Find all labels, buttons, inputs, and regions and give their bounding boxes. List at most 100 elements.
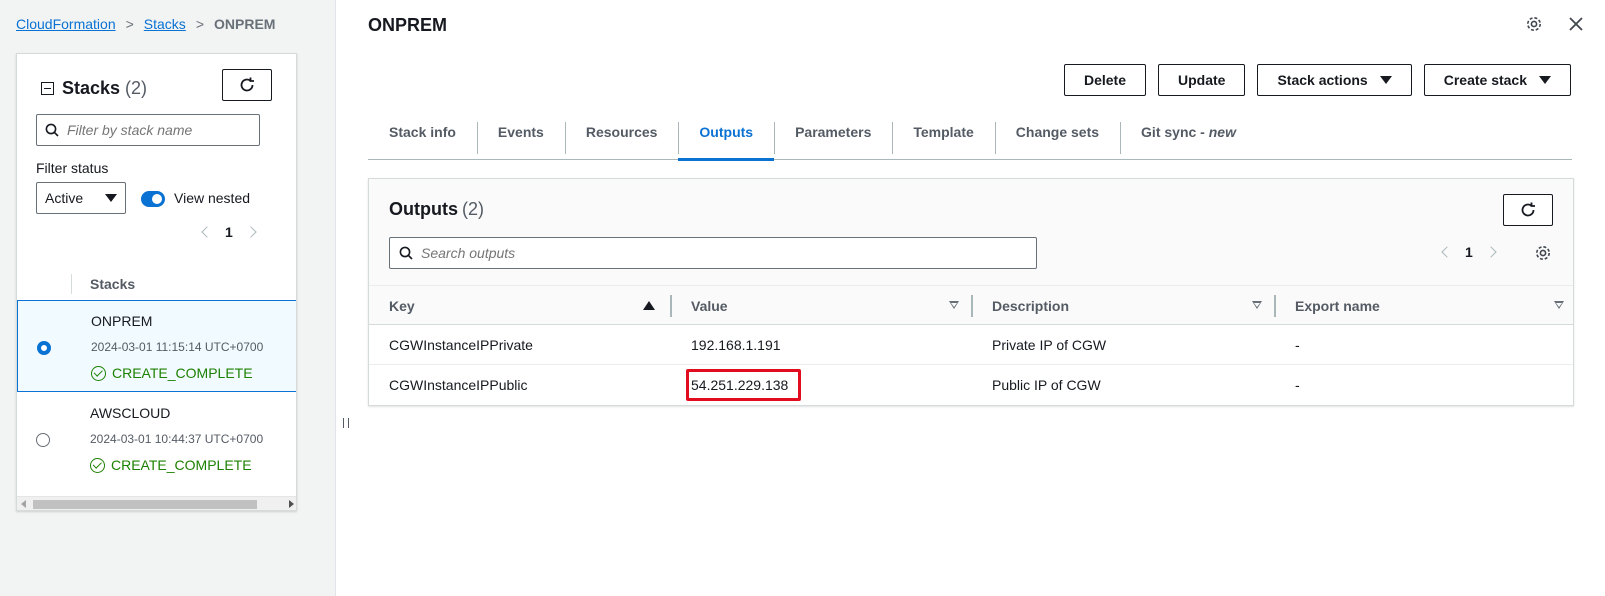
refresh-stacks-button[interactable]	[222, 69, 272, 101]
refresh-icon	[240, 77, 254, 92]
stacks-page-number[interactable]: 1	[225, 224, 233, 240]
create-stack-button[interactable]: Create stack	[1423, 64, 1571, 96]
outputs-page-number[interactable]: 1	[1465, 244, 1473, 260]
view-nested-toggle[interactable]	[141, 191, 165, 207]
stack-tabs: Stack info Events Resources Outputs Para…	[368, 114, 1572, 161]
breadcrumb-stacks[interactable]: Stacks	[144, 16, 186, 32]
outputs-pagination: 1	[1441, 244, 1497, 260]
sort-icon[interactable]	[1554, 301, 1564, 309]
column-divider	[71, 274, 72, 294]
update-button[interactable]: Update	[1158, 64, 1246, 96]
filter-stack-input[interactable]	[36, 114, 260, 146]
stacks-list-panel: Stacks (2) Filter status Active View nes…	[16, 53, 297, 511]
scroll-left-arrow-icon[interactable]	[21, 500, 26, 508]
output-key: CGWInstanceIPPrivate	[389, 337, 533, 353]
filter-status-value: Active	[45, 190, 84, 206]
outputs-count: (2)	[462, 199, 484, 219]
tab-outputs[interactable]: Outputs	[678, 114, 774, 161]
create-stack-label: Create stack	[1443, 72, 1527, 88]
output-description: Private IP of CGW	[992, 337, 1107, 353]
caret-down-icon	[1379, 76, 1392, 84]
stacks-title-text: Stacks	[62, 78, 121, 98]
delete-button[interactable]: Delete	[1063, 64, 1146, 96]
output-value: 54.251.229.138	[691, 377, 789, 393]
column-key[interactable]: Key	[389, 298, 415, 314]
output-export-name: -	[1295, 377, 1300, 393]
horizontal-scrollbar[interactable]	[17, 496, 296, 510]
stack-name[interactable]: ONPREM	[91, 313, 152, 329]
outputs-container: Outputs(2) 1 Key Value Description Expor…	[368, 178, 1574, 406]
column-resizer[interactable]	[1274, 295, 1276, 317]
tab-stack-info[interactable]: Stack info	[368, 114, 477, 160]
page-title: ONPREM	[368, 15, 448, 35]
scroll-right-arrow-icon[interactable]	[289, 500, 294, 508]
check-circle-icon	[91, 365, 106, 381]
tab-template[interactable]: Template	[892, 114, 994, 160]
chevron-right-icon: >	[195, 16, 204, 32]
column-export-name[interactable]: Export name	[1295, 298, 1380, 314]
panel-resize-handle[interactable]	[343, 418, 349, 428]
stack-row-onprem[interactable]: ONPREM 2024-03-01 11:15:14 UTC+0700 CREA…	[17, 300, 296, 392]
tab-parameters[interactable]: Parameters	[774, 114, 892, 160]
table-settings-gear-icon[interactable]	[1534, 244, 1552, 262]
filter-stack-field[interactable]	[67, 122, 247, 138]
stack-radio-selected[interactable]	[37, 341, 51, 355]
table-row: CGWInstanceIPPublic 54.251.229.138 Publi…	[369, 365, 1573, 405]
stack-name[interactable]: AWSCLOUD	[90, 405, 170, 421]
outputs-title-text: Outputs	[389, 199, 458, 219]
stack-status-text: CREATE_COMPLETE	[111, 457, 252, 473]
delete-label: Delete	[1083, 72, 1126, 88]
sort-ascending-icon[interactable]	[643, 301, 655, 310]
sort-icon[interactable]	[949, 301, 959, 309]
chevron-right-icon[interactable]	[1485, 246, 1497, 258]
new-badge: new	[1208, 124, 1236, 140]
table-row: CGWInstanceIPPrivate 192.168.1.191 Priva…	[369, 325, 1573, 365]
stack-actions-label: Stack actions	[1277, 72, 1368, 88]
search-outputs-input[interactable]	[389, 237, 1037, 269]
stacks-pagination: 1	[201, 224, 257, 240]
breadcrumb: CloudFormation > Stacks > ONPREM	[16, 16, 275, 32]
stack-date: 2024-03-01 11:15:14 UTC+0700	[91, 340, 264, 354]
outputs-table-header: Key Value Description Export name	[369, 285, 1573, 325]
gear-icon[interactable]	[1525, 15, 1543, 33]
search-outputs-field[interactable]	[421, 245, 981, 261]
scrollbar-thumb[interactable]	[33, 500, 257, 509]
stack-date: 2024-03-01 10:44:37 UTC+0700	[90, 432, 264, 446]
filter-status-label: Filter status	[36, 160, 109, 176]
chevron-right-icon[interactable]	[245, 226, 257, 238]
check-circle-icon	[90, 457, 105, 473]
refresh-outputs-button[interactable]	[1503, 194, 1553, 226]
output-description: Public IP of CGW	[992, 377, 1101, 393]
search-icon	[399, 246, 413, 260]
git-sync-label: Git sync -	[1141, 124, 1209, 140]
sort-icon[interactable]	[1252, 301, 1262, 309]
chevron-left-icon[interactable]	[201, 226, 213, 238]
collapse-icon[interactable]	[41, 82, 54, 95]
tab-git-sync[interactable]: Git sync - new	[1120, 114, 1257, 160]
stack-radio[interactable]	[36, 433, 50, 447]
caret-down-icon	[1539, 76, 1551, 84]
chevron-left-icon[interactable]	[1441, 246, 1453, 258]
refresh-icon	[1521, 202, 1535, 217]
stacks-column-label: Stacks	[90, 276, 136, 292]
output-value: 192.168.1.191	[691, 337, 781, 353]
column-resizer[interactable]	[971, 295, 973, 317]
chevron-right-icon: >	[125, 16, 134, 32]
tab-change-sets[interactable]: Change sets	[994, 114, 1120, 160]
stacks-panel-title: Stacks (2)	[41, 78, 147, 99]
caret-down-icon	[105, 194, 117, 202]
close-icon[interactable]	[1568, 15, 1584, 33]
column-resizer[interactable]	[670, 295, 672, 317]
column-value[interactable]: Value	[691, 298, 728, 314]
update-label: Update	[1178, 72, 1226, 88]
stack-row-awscloud[interactable]: AWSCLOUD 2024-03-01 10:44:37 UTC+0700 CR…	[17, 393, 296, 485]
stacks-count: (2)	[125, 78, 148, 98]
filter-status-select[interactable]: Active	[36, 182, 126, 214]
stack-actions-button[interactable]: Stack actions	[1257, 64, 1412, 96]
column-description[interactable]: Description	[992, 298, 1069, 314]
tab-resources[interactable]: Resources	[564, 114, 679, 160]
breadcrumb-cloudformation[interactable]: CloudFormation	[16, 16, 116, 32]
stack-status-text: CREATE_COMPLETE	[112, 365, 253, 381]
tab-events[interactable]: Events	[476, 114, 565, 160]
stack-actions-bar: Delete Update Stack actions Create stack	[1063, 64, 1571, 96]
